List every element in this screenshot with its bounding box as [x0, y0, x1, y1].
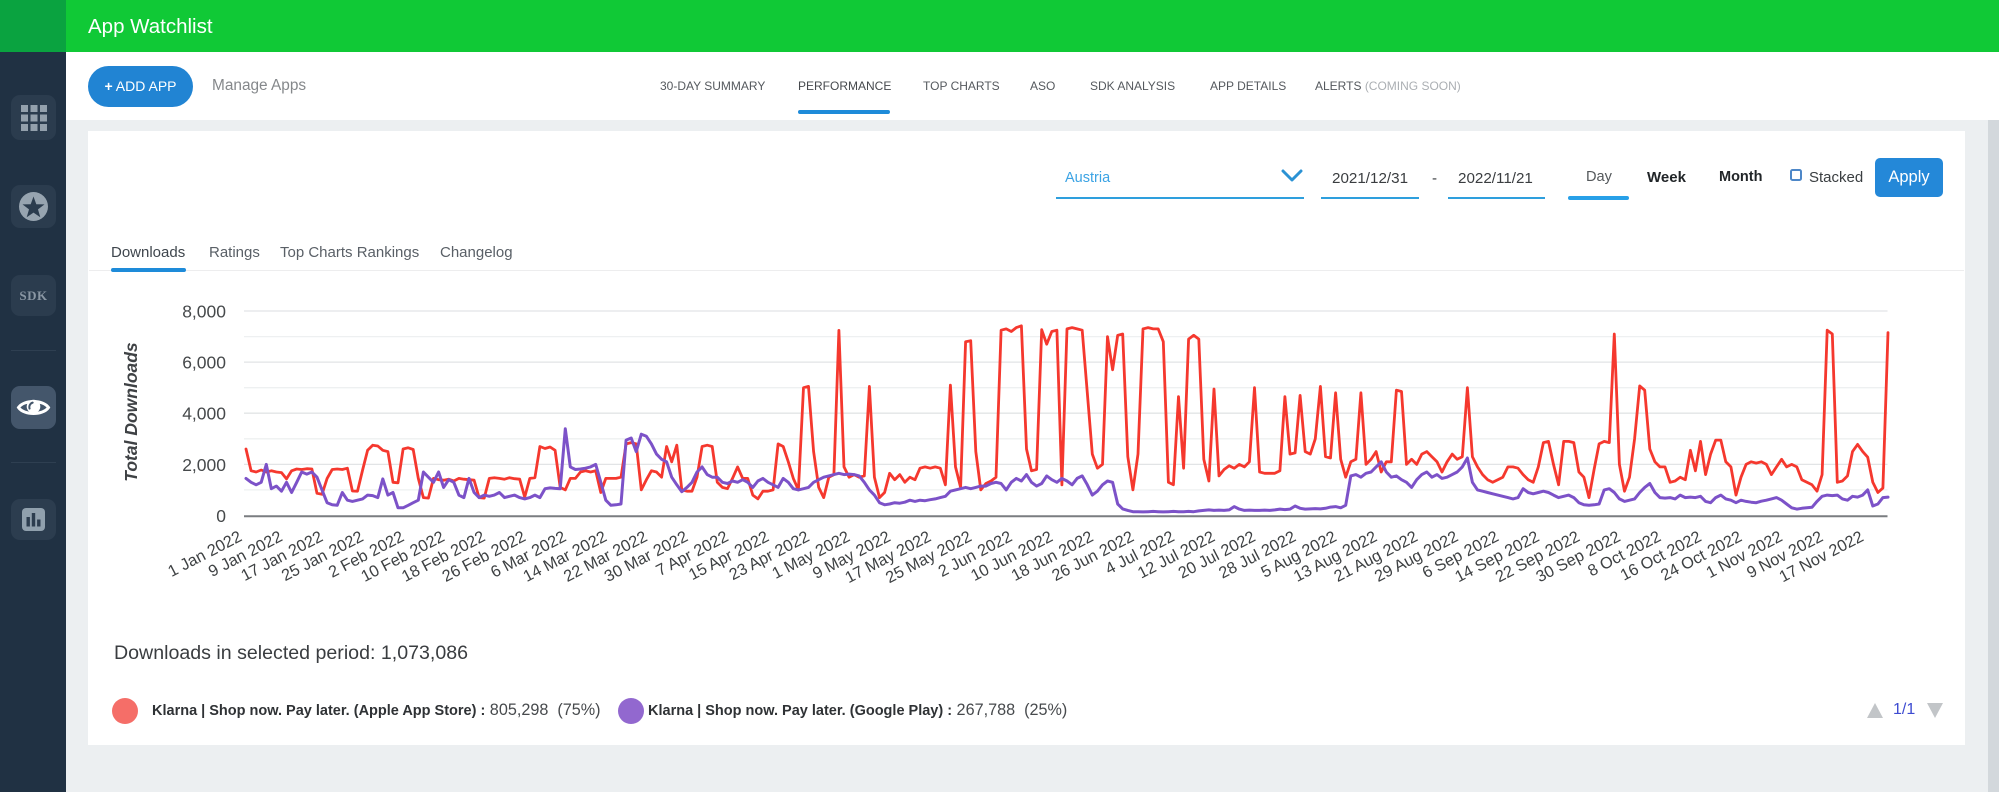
- svg-text:Total Downloads: Total Downloads: [121, 342, 141, 482]
- svg-text:2,000: 2,000: [182, 455, 226, 475]
- svg-text:8,000: 8,000: [182, 302, 226, 322]
- svg-text:4,000: 4,000: [182, 404, 226, 424]
- svg-text:6,000: 6,000: [182, 353, 226, 373]
- svg-text:0: 0: [216, 506, 226, 526]
